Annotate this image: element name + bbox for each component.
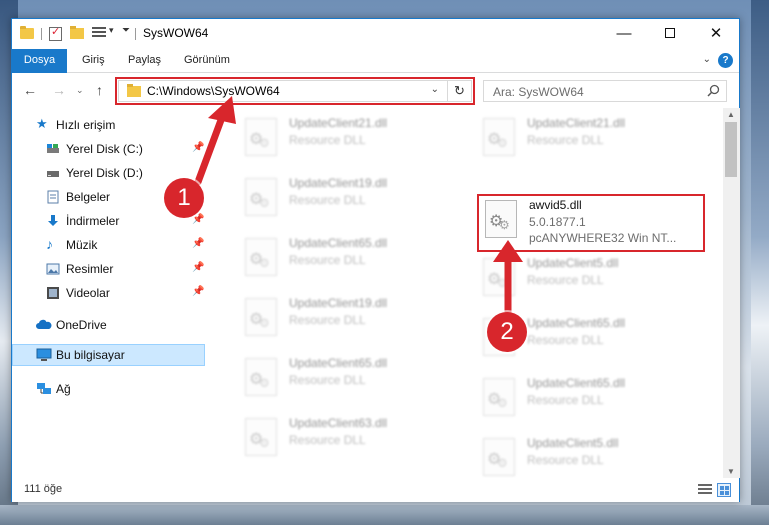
step-2-callout: 2 <box>487 312 527 352</box>
annotation-arrows <box>194 96 523 316</box>
step-1-callout: 1 <box>164 178 204 218</box>
